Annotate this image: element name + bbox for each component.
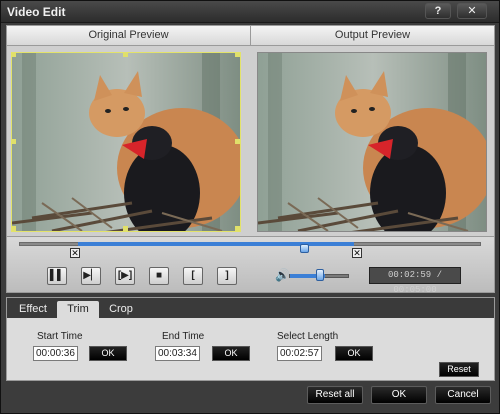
- crop-handle-bottom-right[interactable]: [235, 226, 240, 231]
- crop-handle-top-right[interactable]: [235, 53, 240, 57]
- stop-button[interactable]: ■: [149, 267, 169, 285]
- crop-handle-top-left[interactable]: [12, 53, 16, 57]
- cat-and-bird-output-image: [258, 53, 486, 231]
- crop-handle-bottom-left[interactable]: [12, 226, 16, 231]
- tab-effect[interactable]: Effect: [11, 301, 55, 318]
- cancel-button[interactable]: Cancel: [435, 386, 491, 404]
- tab-strip: Effect Trim Crop: [7, 298, 494, 318]
- crop-handle-right[interactable]: [235, 139, 240, 144]
- pause-button[interactable]: ▌▌: [47, 267, 67, 285]
- select-length-ok-button[interactable]: OK: [335, 346, 373, 361]
- trim-end-marker[interactable]: ✕: [352, 248, 362, 258]
- end-time-input[interactable]: 00:03:34: [155, 346, 200, 361]
- close-button[interactable]: ✕: [457, 3, 487, 19]
- crop-handle-bottom[interactable]: [123, 226, 128, 231]
- help-button[interactable]: ?: [425, 3, 451, 19]
- trim-start-marker[interactable]: ✕: [70, 248, 80, 258]
- output-preview-header: Output Preview: [251, 26, 494, 46]
- cat-and-bird-image: [12, 53, 240, 231]
- preview-panel: Original Preview Output Preview: [6, 25, 495, 237]
- select-length-input[interactable]: 00:02:57: [277, 346, 322, 361]
- output-video-frame: [257, 52, 487, 232]
- title-bar: Video Edit ? ✕: [1, 1, 499, 23]
- time-display: 00:02:59 / 00:05:00: [369, 267, 461, 295]
- reset-button[interactable]: Reset: [439, 362, 479, 377]
- mark-in-button[interactable]: [: [183, 267, 203, 285]
- player-controls-panel: ✕ ✕ ▌▌ ▶▏ [▶] ■ [ ] 🔊 00:02:59 / 00:05:0…: [6, 237, 495, 295]
- trim-range: [78, 242, 354, 246]
- timeline-track[interactable]: [19, 242, 481, 253]
- select-length-label: Select Length: [277, 331, 339, 342]
- volume-thumb[interactable]: [316, 269, 324, 281]
- crop-handle-left[interactable]: [12, 139, 16, 144]
- video-edit-window: Video Edit ? ✕ Original Preview Output P…: [0, 0, 500, 414]
- frame-step-button[interactable]: [▶]: [115, 267, 135, 285]
- next-frame-button[interactable]: ▶▏: [81, 267, 101, 285]
- start-time-input[interactable]: 00:00:36: [33, 346, 78, 361]
- edit-panel: Effect Trim Crop Start Time 00:00:36 OK …: [6, 297, 495, 381]
- playhead-thumb[interactable]: [300, 244, 309, 253]
- start-time-ok-button[interactable]: OK: [89, 346, 127, 361]
- volume-icon[interactable]: 🔊: [275, 268, 290, 282]
- ok-button[interactable]: OK: [371, 386, 427, 404]
- original-video-frame[interactable]: [11, 52, 241, 232]
- mark-out-button[interactable]: ]: [217, 267, 237, 285]
- original-preview-header: Original Preview: [7, 26, 251, 46]
- window-title: Video Edit: [7, 5, 66, 19]
- crop-handle-top[interactable]: [123, 53, 128, 57]
- end-time-ok-button[interactable]: OK: [212, 346, 250, 361]
- end-time-label: End Time: [162, 331, 205, 342]
- tab-crop[interactable]: Crop: [101, 301, 141, 318]
- reset-all-button[interactable]: Reset all: [307, 386, 363, 404]
- tab-trim[interactable]: Trim: [57, 301, 99, 318]
- start-time-label: Start Time: [37, 331, 83, 342]
